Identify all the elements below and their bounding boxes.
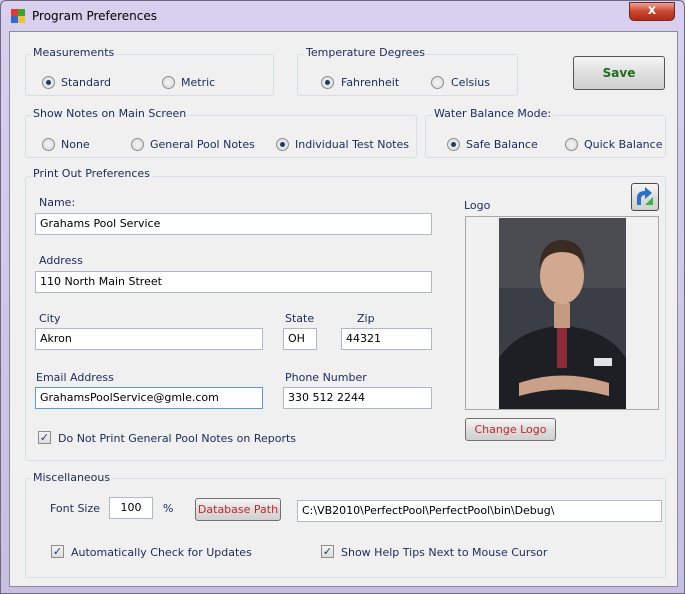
none-label[interactable]: None <box>61 138 90 151</box>
save-label: Save <box>602 66 636 80</box>
app-icon <box>11 9 25 23</box>
standard-label[interactable]: Standard <box>61 76 111 89</box>
measurements-group <box>25 54 274 96</box>
window-title: Program Preferences <box>32 9 158 23</box>
auto-update-label[interactable]: Automatically Check for Updates <box>71 546 252 559</box>
standard-radio[interactable] <box>42 76 55 89</box>
general-notes-radio[interactable] <box>131 138 144 151</box>
rotate-logo-button[interactable] <box>631 183 659 211</box>
email-field[interactable]: GrahamsPoolService@gmle.com <box>35 387 263 409</box>
general-notes-label[interactable]: General Pool Notes <box>150 138 255 151</box>
database-path-field[interactable]: C:\VB2010\PerfectPool\PerfectPool\bin\De… <box>297 500 662 522</box>
individual-notes-radio[interactable] <box>276 138 289 151</box>
name-label: Name: <box>39 196 76 209</box>
measurements-label: Measurements <box>31 46 117 59</box>
no-print-notes-checkbox[interactable]: ✓ <box>38 431 51 444</box>
printout-label: Print Out Preferences <box>31 167 152 180</box>
auto-update-checkbox[interactable]: ✓ <box>51 545 64 558</box>
individual-notes-label[interactable]: Individual Test Notes <box>295 138 409 151</box>
close-icon: x <box>647 3 657 18</box>
temperature-group <box>297 54 518 96</box>
help-tips-checkbox[interactable]: ✓ <box>321 545 334 558</box>
miscellaneous-label: Miscellaneous <box>31 471 113 484</box>
address-label: Address <box>39 254 83 267</box>
celsius-label[interactable]: Celsius <box>451 76 490 89</box>
email-label: Email Address <box>36 371 114 384</box>
font-size-field[interactable]: 100 <box>109 497 153 519</box>
city-field[interactable]: Akron <box>35 328 263 350</box>
quick-balance-radio[interactable] <box>565 138 578 151</box>
font-size-label: Font Size <box>50 502 101 515</box>
water-balance-label: Water Balance Mode: <box>432 107 554 120</box>
state-label: State <box>285 312 315 325</box>
city-label: City <box>39 312 61 325</box>
phone-label: Phone Number <box>285 371 367 384</box>
title-bar[interactable]: Program Preferences x <box>1 1 684 31</box>
notes-label: Show Notes on Main Screen <box>31 107 189 120</box>
no-print-notes-label[interactable]: Do Not Print General Pool Notes on Repor… <box>58 432 296 445</box>
miscellaneous-group <box>25 478 666 578</box>
state-field[interactable]: OH <box>283 328 317 350</box>
metric-label[interactable]: Metric <box>181 76 215 89</box>
database-path-button[interactable]: Database Path <box>195 498 281 521</box>
water-balance-group <box>425 115 666 158</box>
celsius-radio[interactable] <box>431 76 444 89</box>
temperature-label: Temperature Degrees <box>304 46 427 59</box>
zip-field[interactable]: 44321 <box>341 328 432 350</box>
close-button[interactable]: x <box>629 2 675 21</box>
logo-frame <box>465 216 659 410</box>
save-button[interactable]: Save <box>573 56 665 90</box>
zip-label: Zip <box>357 312 375 325</box>
name-field[interactable]: Grahams Pool Service <box>35 213 432 235</box>
phone-field[interactable]: 330 512 2244 <box>283 387 432 409</box>
notes-group <box>25 115 417 158</box>
client-area: Measurements Standard Metric Temperature… <box>9 31 678 587</box>
change-logo-button[interactable]: Change Logo <box>465 418 556 441</box>
safe-balance-label[interactable]: Safe Balance <box>466 138 538 151</box>
none-radio[interactable] <box>42 138 55 151</box>
logo-label: Logo <box>464 199 491 212</box>
logo-image <box>499 218 626 409</box>
rotate-arrow-icon <box>637 187 653 205</box>
metric-radio[interactable] <box>162 76 175 89</box>
quick-balance-label[interactable]: Quick Balance <box>584 138 662 151</box>
address-field[interactable]: 110 North Main Street <box>35 271 432 293</box>
fahrenheit-radio[interactable] <box>321 76 334 89</box>
database-path-label: Database Path <box>197 503 279 516</box>
change-logo-label: Change Logo <box>474 423 547 436</box>
fahrenheit-label[interactable]: Fahrenheit <box>341 76 399 89</box>
safe-balance-radio[interactable] <box>447 138 460 151</box>
help-tips-label[interactable]: Show Help Tips Next to Mouse Cursor <box>341 546 547 559</box>
percent-label: % <box>163 502 174 515</box>
window: Program Preferences x Measurements Stand… <box>0 0 685 594</box>
